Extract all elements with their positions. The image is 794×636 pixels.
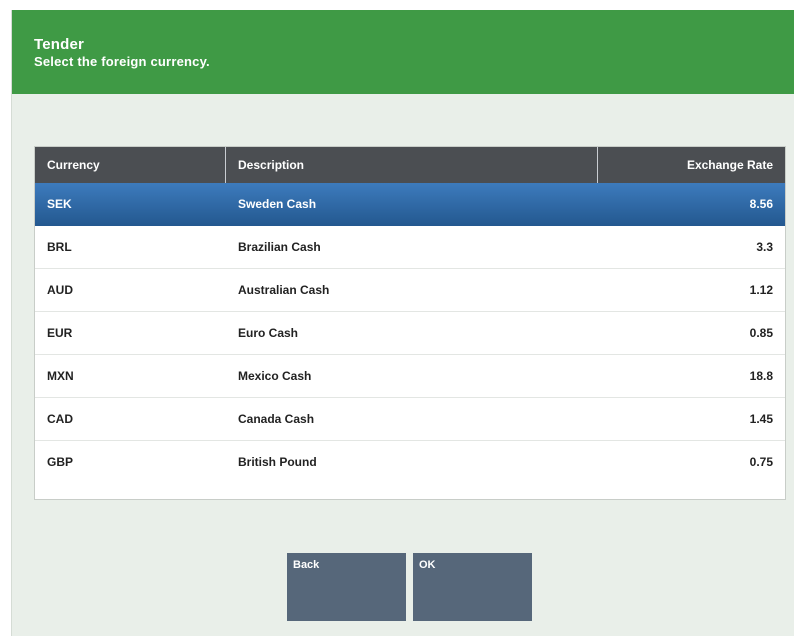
- currency-code: MXN: [47, 369, 74, 383]
- column-header-currency[interactable]: Currency: [35, 147, 226, 183]
- exchange-rate: 8.56: [749, 197, 773, 211]
- exchange-rate: 1.12: [749, 283, 773, 297]
- column-header-exchange-rate[interactable]: Exchange Rate: [598, 147, 785, 183]
- table-row[interactable]: SEK Sweden Cash 8.56: [35, 183, 785, 226]
- table-header: Currency Description Exchange Rate: [35, 147, 785, 183]
- table-row[interactable]: CAD Canada Cash 1.45: [35, 398, 785, 441]
- currency-code: BRL: [47, 240, 72, 254]
- back-button[interactable]: Back: [287, 553, 406, 621]
- table-row[interactable]: AUD Australian Cash 1.12: [35, 269, 785, 312]
- currency-code: GBP: [47, 455, 74, 469]
- currency-description: Mexico Cash: [238, 369, 312, 383]
- exchange-rate: 0.75: [749, 455, 773, 469]
- exchange-rate: 18.8: [749, 369, 773, 383]
- currency-description: Canada Cash: [238, 412, 315, 426]
- page-header: Tender Select the foreign currency.: [12, 10, 794, 94]
- exchange-rate: 0.85: [749, 326, 773, 340]
- exchange-rate: 1.45: [749, 412, 773, 426]
- currency-code: CAD: [47, 412, 73, 426]
- currency-description: Sweden Cash: [238, 197, 317, 211]
- currency-code: AUD: [47, 283, 73, 297]
- table-row[interactable]: BRL Brazilian Cash 3.3: [35, 226, 785, 269]
- currency-table: Currency Description Exchange Rate SEK S…: [34, 146, 786, 500]
- page-instruction: Select the foreign currency.: [34, 54, 210, 69]
- currency-code: SEK: [47, 197, 72, 211]
- tender-screen: Tender Select the foreign currency. Curr…: [11, 10, 794, 636]
- currency-description: Euro Cash: [238, 326, 299, 340]
- table-row[interactable]: GBP British Pound 0.75: [35, 441, 785, 484]
- currency-description: Australian Cash: [238, 283, 330, 297]
- currency-description: Brazilian Cash: [238, 240, 321, 254]
- currency-code: EUR: [47, 326, 73, 340]
- table-row[interactable]: EUR Euro Cash 0.85: [35, 312, 785, 355]
- ok-button[interactable]: OK: [413, 553, 532, 621]
- exchange-rate: 3.3: [756, 240, 773, 254]
- currency-description: British Pound: [238, 455, 317, 469]
- column-header-description[interactable]: Description: [226, 147, 598, 183]
- page-title: Tender: [34, 36, 85, 53]
- table-row[interactable]: MXN Mexico Cash 18.8: [35, 355, 785, 398]
